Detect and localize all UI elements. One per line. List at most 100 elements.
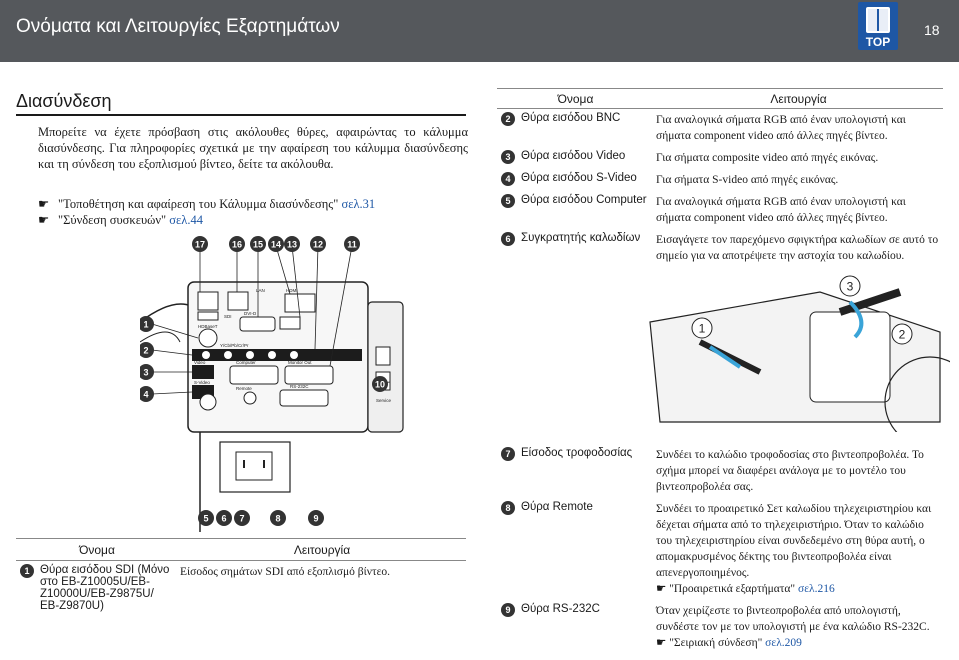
port-function: Είσοδος σημάτων SDI από εξοπλισμό βίντεο… — [180, 566, 391, 578]
port-function: Εισαγάγετε τον παρεχόμενο σφιγκτήρα καλω… — [656, 234, 939, 262]
row-number: 7 — [501, 447, 515, 461]
table-row: 8 Θύρα Remote Συνδέει το προαιρετικό Σετ… — [497, 498, 943, 600]
port-name: Θύρα εισόδου S-Video — [521, 172, 637, 184]
page-title: Ονόματα και Λειτουργίες Εξαρτημάτων — [16, 16, 340, 37]
port-label-monitor-out: Monitor Out — [288, 360, 312, 365]
reference-text: "Προαιρετικά εξαρτήματα" — [669, 583, 799, 595]
row-number: 4 — [501, 172, 515, 186]
callout-10: 10 — [375, 380, 385, 390]
port-function: Συνδέει το καλώδιο τροφοδοσίας στο βιντε… — [656, 449, 924, 493]
callout-11: 11 — [347, 240, 357, 250]
port-name: Είσοδος τροφοδοσίας — [521, 447, 633, 459]
port-label-service: Service — [376, 398, 392, 403]
port-label-svideo: S-Video — [194, 380, 210, 385]
reference-1: ☛ "Τοποθέτηση και αφαίρεση του Κάλυμμα δι… — [38, 196, 375, 212]
cable-holder-illustration: 1 2 3 — [649, 275, 950, 432]
cable-callout-3: 3 — [847, 280, 854, 294]
row-number: 3 — [501, 150, 515, 164]
pointing-hand-icon: ☛ — [656, 583, 670, 595]
callout-7: 7 — [239, 514, 244, 524]
port-label-lan: LAN — [256, 288, 265, 293]
port-table-top: Όνομα Λειτουργία 2 Θύρα εισόδου BNC Για … — [497, 88, 943, 267]
port-name: Θύρα RS-232C — [521, 603, 600, 615]
cable-callout-1: 1 — [699, 322, 706, 336]
port-label-component: Y/Cb/Pb/Cr/Pr — [220, 343, 249, 348]
table-row: 3 Θύρα εισόδου Video Για σήματα composit… — [497, 147, 943, 169]
port-function: Για αναλογικά σήματα RGB από έναν υπολογ… — [656, 114, 906, 142]
port-function: Για σήματα S-video από πηγές εικόνας. — [656, 174, 839, 186]
port-name: Θύρα εισόδου Video — [521, 150, 626, 162]
callout-4: 4 — [143, 390, 148, 400]
port-table-bottom-right: 7 Είσοδος τροφοδοσίας Συνδέει το καλώδιο… — [497, 444, 943, 654]
port-function: Όταν χειρίζεστε το βιντεοπροβολέα από υπ… — [656, 605, 930, 633]
port-name: Θύρα εισόδου Computer — [521, 194, 647, 206]
port-function: Για αναλογικά σήματα RGB από έναν υπολογ… — [656, 196, 906, 224]
callouts-top: 17 16 15 14 13 12 11 — [192, 236, 360, 252]
callout-2: 2 — [143, 346, 148, 356]
port-name: Θύρα εισόδου BNC — [521, 112, 621, 124]
callout-5: 5 — [203, 514, 208, 524]
callout-17: 17 — [195, 240, 205, 250]
port-function: Για σήματα composite video από πηγές εικ… — [656, 152, 879, 164]
reference-link[interactable]: σελ.44 — [169, 213, 203, 227]
callout-6: 6 — [221, 514, 226, 524]
port-function-cell: Συνδέει το προαιρετικό Σετ καλωδίου τηλε… — [654, 498, 943, 600]
callout-12: 12 — [313, 240, 323, 250]
interface-panel-diagram: 17 16 15 14 13 12 11 1 2 3 4 10 5 6 7 8 … — [140, 236, 404, 532]
reference-2: ☛ "Σύνδεση συσκευών" σελ.44 — [38, 212, 203, 228]
top-label: TOP — [865, 35, 891, 49]
row-number: 2 — [501, 112, 515, 126]
table-row: 5 Θύρα εισόδου Computer Για αναλογικά σή… — [497, 191, 943, 229]
callout-3: 3 — [143, 368, 148, 378]
row-number: 9 — [501, 603, 515, 617]
intro-text: Μπορείτε να έχετε πρόσβαση στις ακόλουθε… — [38, 125, 468, 171]
reference-link[interactable]: σελ.216 — [798, 583, 835, 595]
table-row: 9 Θύρα RS-232C Όταν χειρίζεστε το βιντεο… — [497, 600, 943, 654]
table-row: 4 Θύρα εισόδου S-Video Για σήματα S-vide… — [497, 169, 943, 191]
reference-text: "Σύνδεση συσκευών" — [58, 213, 170, 227]
port-function: Συνδέει το προαιρετικό Σετ καλωδίου τηλε… — [656, 503, 932, 579]
top-button[interactable]: TOP — [858, 2, 898, 50]
cable-callout-2: 2 — [899, 328, 906, 342]
reference: ☛ "Σειριακή σύνδεση" σελ.209 — [656, 635, 941, 651]
callout-15: 15 — [253, 240, 263, 250]
page-header: Ονόματα και Λειτουργίες Εξαρτημάτων TOP … — [0, 0, 959, 62]
port-name: Θύρα Remote — [521, 501, 593, 513]
reference: ☛ "Προαιρετικά εξαρτήματα" σελ.216 — [656, 581, 941, 597]
pointing-hand-icon: ☛ — [656, 637, 670, 649]
column-header-function: Λειτουργία — [178, 538, 466, 561]
reference-text: "Τοποθέτηση και αφαίρεση του Κάλυμμα δια… — [58, 197, 342, 211]
table-row: 2 Θύρα εισόδου BNC Για αναλογικά σήματα … — [497, 109, 943, 148]
port-function-cell: Όταν χειρίζεστε το βιντεοπροβολέα από υπ… — [654, 600, 943, 654]
column-header-function: Λειτουργία — [654, 88, 943, 109]
reference-link[interactable]: σελ.209 — [765, 637, 802, 649]
section-divider — [16, 114, 466, 116]
callout-1: 1 — [143, 320, 148, 330]
port-label-dvi: DVI-D — [244, 311, 257, 316]
port-label-video: Video — [194, 360, 206, 365]
page-number: 18 — [924, 22, 940, 38]
port-name: Συγκρατητής καλωδίων — [521, 232, 641, 244]
callout-9: 9 — [313, 514, 318, 524]
pointing-hand-icon: ☛ — [38, 197, 50, 211]
column-header-name: Όνομα — [16, 538, 178, 561]
port-label-sdi: SDI — [224, 314, 232, 319]
column-header-name: Όνομα — [497, 88, 654, 109]
port-label-hdbaset: HDBaseT — [198, 324, 218, 329]
reference-link[interactable]: σελ.31 — [341, 197, 375, 211]
callout-14: 14 — [271, 240, 281, 250]
table-row: 7 Είσοδος τροφοδοσίας Συνδέει το καλώδιο… — [497, 444, 943, 498]
port-label-computer: Computer — [236, 360, 256, 365]
book-icon — [866, 7, 890, 33]
table-row: 1 Θύρα εισόδου SDI (Μόνο στο EB-Z10005U/… — [16, 561, 466, 616]
row-number: 5 — [501, 194, 515, 208]
port-label-hdmi: HDMI — [286, 288, 298, 293]
callout-13: 13 — [287, 240, 297, 250]
port-name: Θύρα εισόδου SDI (Μόνο στο EB-Z10005U/EB… — [40, 564, 170, 612]
row-number: 1 — [20, 564, 34, 578]
row-number: 8 — [501, 501, 515, 515]
reference-text: "Σειριακή σύνδεση" — [669, 637, 766, 649]
callout-16: 16 — [232, 240, 242, 250]
pointing-hand-icon: ☛ — [38, 213, 50, 227]
port-label-remote: Remote — [236, 386, 252, 391]
